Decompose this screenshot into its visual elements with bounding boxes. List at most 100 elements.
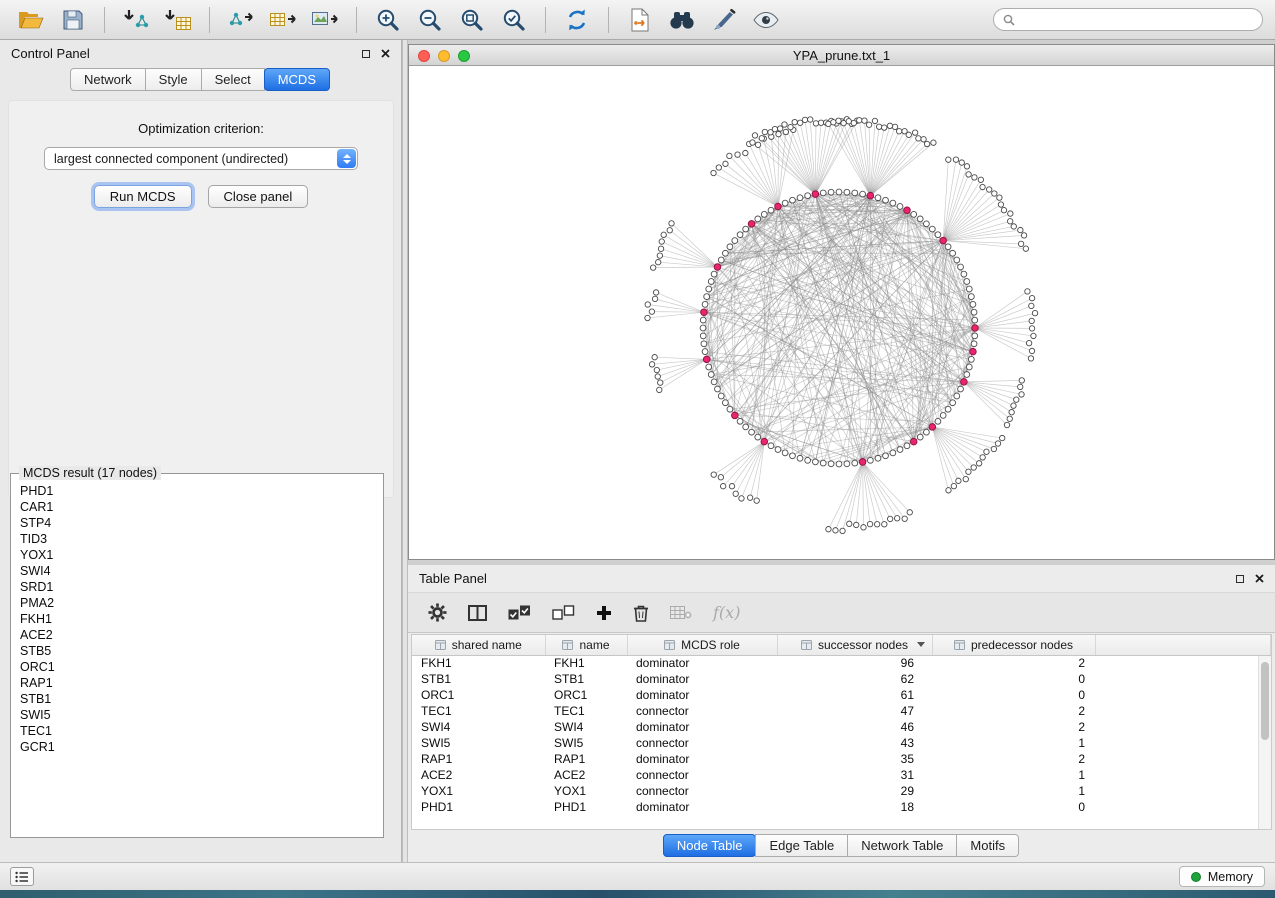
zoom-out-button[interactable] bbox=[411, 4, 449, 36]
mcds-result-item[interactable]: STB1 bbox=[20, 691, 374, 707]
open-file-icon bbox=[18, 10, 44, 30]
trash-icon bbox=[633, 604, 649, 622]
tab-mcds[interactable]: MCDS bbox=[264, 68, 330, 91]
toggle-visibility-button[interactable] bbox=[747, 4, 785, 36]
delete-column-button[interactable] bbox=[633, 604, 649, 622]
table-row[interactable]: TEC1TEC1connector472 bbox=[412, 703, 1271, 719]
close-panel-icon[interactable] bbox=[381, 49, 390, 58]
mcds-result-item[interactable]: SWI4 bbox=[20, 563, 374, 579]
window-minimize-icon[interactable] bbox=[438, 50, 450, 62]
control-panel-title: Control Panel bbox=[11, 46, 90, 61]
export-image-button[interactable] bbox=[306, 4, 344, 36]
tab-network[interactable]: Network bbox=[70, 68, 146, 91]
network-canvas[interactable] bbox=[409, 66, 1274, 559]
memory-button[interactable]: Memory bbox=[1179, 866, 1265, 887]
mcds-result-item[interactable]: STP4 bbox=[20, 515, 374, 531]
table-row[interactable]: PHD1PHD1dominator180 bbox=[412, 799, 1271, 815]
mcds-result-item[interactable]: SRD1 bbox=[20, 579, 374, 595]
mcds-result-item[interactable]: ORC1 bbox=[20, 659, 374, 675]
mcds-result-item[interactable]: CAR1 bbox=[20, 499, 374, 515]
table-row[interactable]: RAP1RAP1dominator352 bbox=[412, 751, 1271, 767]
mcds-result-item[interactable]: GCR1 bbox=[20, 739, 374, 755]
columns-icon bbox=[468, 605, 487, 621]
toolbar-separator bbox=[356, 7, 357, 33]
table-row[interactable]: SWI4SWI4dominator462 bbox=[412, 719, 1271, 735]
mcds-result-group: MCDS result (17 nodes) PHD1CAR1STP4TID3Y… bbox=[10, 466, 384, 838]
mcds-result-item[interactable]: PMA2 bbox=[20, 595, 374, 611]
table-row[interactable]: FKH1FKH1dominator962 bbox=[412, 655, 1271, 671]
tab-edge-table[interactable]: Edge Table bbox=[755, 834, 848, 857]
close-panel-button[interactable]: Close panel bbox=[208, 185, 309, 208]
mcds-result-title: MCDS result (17 nodes) bbox=[19, 466, 161, 480]
tab-style[interactable]: Style bbox=[145, 68, 202, 91]
float-panel-icon[interactable] bbox=[362, 50, 370, 58]
tab-motifs[interactable]: Motifs bbox=[956, 834, 1019, 857]
export-network-button[interactable] bbox=[222, 4, 260, 36]
float-panel-icon[interactable] bbox=[1236, 575, 1244, 583]
run-mcds-button[interactable]: Run MCDS bbox=[94, 185, 192, 208]
deselect-all-button[interactable] bbox=[552, 605, 575, 621]
refresh-button[interactable] bbox=[558, 4, 596, 36]
table-row[interactable]: SWI5SWI5connector431 bbox=[412, 735, 1271, 751]
select-all-button[interactable] bbox=[508, 605, 531, 621]
import-table-button[interactable] bbox=[159, 4, 197, 36]
mcds-result-item[interactable]: STB5 bbox=[20, 643, 374, 659]
table-scrollbar[interactable] bbox=[1258, 656, 1271, 829]
memory-status-icon bbox=[1191, 872, 1201, 882]
deselect-all-icon bbox=[552, 605, 575, 621]
sort-descending-icon[interactable] bbox=[917, 642, 925, 647]
column-header-shared-name[interactable]: shared name bbox=[412, 635, 545, 655]
node-table-container: shared name name MCDS role successor nod… bbox=[411, 634, 1272, 830]
zoom-selected-button[interactable] bbox=[495, 4, 533, 36]
table-row[interactable]: YOX1YOX1connector291 bbox=[412, 783, 1271, 799]
search-network-button[interactable] bbox=[663, 4, 701, 36]
window-close-icon[interactable] bbox=[418, 50, 430, 62]
tab-select[interactable]: Select bbox=[201, 68, 265, 91]
mcds-result-item[interactable]: FKH1 bbox=[20, 611, 374, 627]
column-header-mcds-role[interactable]: MCDS role bbox=[627, 635, 777, 655]
scrollbar-thumb[interactable] bbox=[1261, 662, 1269, 740]
mcds-result-item[interactable]: TID3 bbox=[20, 531, 374, 547]
window-maximize-icon[interactable] bbox=[458, 50, 470, 62]
zoom-in-button[interactable] bbox=[369, 4, 407, 36]
tab-network-table[interactable]: Network Table bbox=[847, 834, 957, 857]
column-header-predecessor-nodes[interactable]: predecessor nodes bbox=[932, 635, 1095, 655]
create-column-button[interactable] bbox=[596, 605, 612, 621]
table-row[interactable]: STB1STB1dominator620 bbox=[412, 671, 1271, 687]
mcds-result-item[interactable]: PHD1 bbox=[20, 483, 374, 499]
tab-node-table[interactable]: Node Table bbox=[663, 834, 757, 857]
column-header-name[interactable]: name bbox=[545, 635, 627, 655]
desktop-wallpaper-strip bbox=[0, 890, 1275, 898]
search-box bbox=[993, 8, 1263, 31]
table-row[interactable]: ACE2ACE2connector311 bbox=[412, 767, 1271, 783]
save-button[interactable] bbox=[54, 4, 92, 36]
table-settings-button[interactable] bbox=[428, 603, 447, 622]
show-columns-button[interactable] bbox=[468, 605, 487, 621]
gear-icon bbox=[428, 603, 447, 622]
network-graph[interactable] bbox=[409, 66, 1274, 559]
table-row[interactable]: ORC1ORC1dominator610 bbox=[412, 687, 1271, 703]
import-network-button[interactable] bbox=[117, 4, 155, 36]
column-header-successor-nodes[interactable]: successor nodes bbox=[777, 635, 932, 655]
mcds-result-item[interactable]: YOX1 bbox=[20, 547, 374, 563]
share-document-button[interactable] bbox=[621, 4, 659, 36]
import-network-icon bbox=[123, 9, 149, 31]
mcds-result-item[interactable]: ACE2 bbox=[20, 627, 374, 643]
zoom-fit-button[interactable] bbox=[453, 4, 491, 36]
binoculars-icon bbox=[669, 11, 695, 29]
export-table-button[interactable] bbox=[264, 4, 302, 36]
function-builder-button: f(x) bbox=[713, 603, 740, 622]
mcds-result-item[interactable]: RAP1 bbox=[20, 675, 374, 691]
style-brush-button[interactable] bbox=[705, 4, 743, 36]
close-panel-icon[interactable] bbox=[1255, 574, 1264, 583]
optimization-criterion-dropdown[interactable]: largest connected component (undirected) bbox=[44, 147, 358, 170]
table-panel: Table Panel bbox=[408, 565, 1275, 862]
toolbar-separator bbox=[608, 7, 609, 33]
search-input[interactable] bbox=[1021, 13, 1253, 27]
mcds-result-item[interactable]: TEC1 bbox=[20, 723, 374, 739]
control-panel: Control Panel NetworkStyleSelectMCDS Opt… bbox=[0, 40, 402, 862]
mcds-result-list: PHD1CAR1STP4TID3YOX1SWI4SRD1PMA2FKH1ACE2… bbox=[11, 480, 383, 758]
panel-selector-button[interactable] bbox=[10, 867, 34, 886]
open-file-button[interactable] bbox=[12, 4, 50, 36]
mcds-result-item[interactable]: SWI5 bbox=[20, 707, 374, 723]
